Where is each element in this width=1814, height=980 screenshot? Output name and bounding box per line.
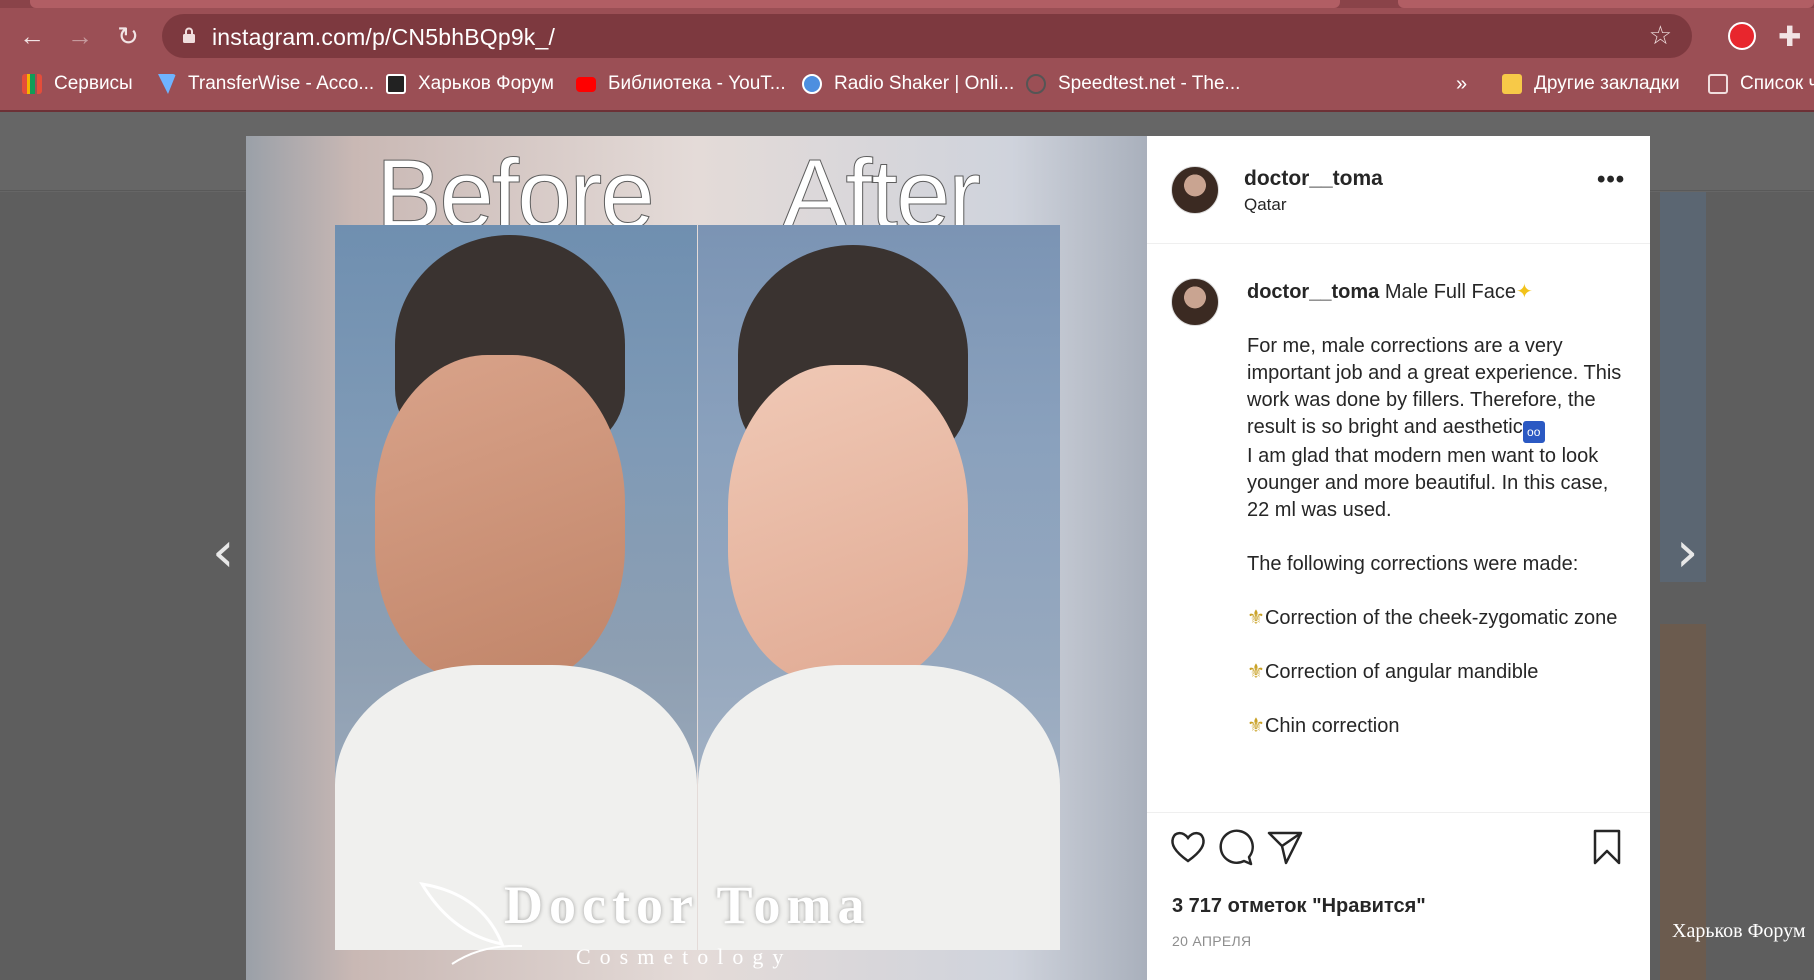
share-send-icon[interactable] xyxy=(1265,827,1305,867)
fleur-de-lis-icon: ⚜ xyxy=(1247,715,1265,737)
bookmark-services[interactable]: Сервисы xyxy=(22,70,133,98)
bookmark-radio-shaker[interactable]: Radio Shaker | Onli... xyxy=(802,70,1014,98)
author-username[interactable]: doctor__toma xyxy=(1244,167,1383,191)
brand-subtitle: Cosmetology xyxy=(576,944,793,969)
reading-list[interactable]: Список ч xyxy=(1708,70,1814,98)
bookmark-other-folder[interactable]: Другие закладки xyxy=(1502,70,1680,98)
brand-name: Doctor Toma xyxy=(504,875,871,935)
youtube-icon xyxy=(576,76,596,92)
forward-button[interactable]: → xyxy=(62,18,98,54)
lock-icon xyxy=(183,27,195,43)
folder-icon xyxy=(1502,74,1522,94)
fleur-de-lis-icon: ⚜ xyxy=(1247,661,1265,683)
back-button[interactable]: ← xyxy=(14,18,50,54)
address-bar[interactable]: instagram.com/p/CN5bhBQp9k_/ ☆ xyxy=(162,14,1692,58)
caption-title: Male Full Face xyxy=(1384,281,1516,303)
url-text[interactable]: instagram.com/p/CN5bhBQp9k_/ xyxy=(212,24,555,51)
extensions-puzzle-icon[interactable]: ✚ xyxy=(1778,20,1801,53)
face-shape xyxy=(375,355,625,685)
caption-paragraph-1: For me, male corrections are a very impo… xyxy=(1247,335,1622,438)
bookmark-label: Radio Shaker | Onli... xyxy=(834,73,1015,94)
fleur-de-lis-icon: ⚜ xyxy=(1247,607,1265,629)
caption-item-3: Chin correction xyxy=(1264,715,1400,737)
bookmark-label: Библиотека - YouT... xyxy=(608,73,786,94)
tab-active[interactable] xyxy=(30,0,1340,8)
caption-item-2: Correction of angular mandible xyxy=(1264,661,1539,683)
forum-watermark: Харьков Форум xyxy=(1672,920,1806,942)
transferwise-icon xyxy=(158,74,176,94)
browser-chrome: ← → ↻ instagram.com/p/CN5bhBQp9k_/ ☆ ✚ С… xyxy=(0,0,1814,112)
bookmark-kharkov-forum[interactable]: Харьков Форум xyxy=(386,70,554,98)
post-detail-panel: doctor__toma Qatar ••• doctor__toma Male… xyxy=(1147,136,1650,980)
face-shape xyxy=(728,365,968,685)
reading-list-icon xyxy=(1708,74,1728,94)
save-bookmark-icon[interactable] xyxy=(1587,827,1627,867)
bookmark-label: Харьков Форум xyxy=(418,73,554,94)
post-caption: doctor__toma Male Full Face✦ For me, mal… xyxy=(1247,279,1627,740)
more-options-icon[interactable]: ••• xyxy=(1597,166,1625,194)
likes-count[interactable]: 3 717 отметок "Нравится" xyxy=(1172,895,1426,918)
radio-icon xyxy=(802,74,822,94)
forum-icon xyxy=(386,74,406,94)
author-location[interactable]: Qatar xyxy=(1244,195,1287,215)
reload-button[interactable]: ↻ xyxy=(110,18,146,54)
speedtest-icon xyxy=(1026,74,1046,94)
post-date[interactable]: 20 АПРЕЛЯ xyxy=(1172,933,1251,949)
bookmarks-overflow[interactable]: » xyxy=(1456,70,1467,98)
bookmark-label: TransferWise - Acco... xyxy=(188,73,375,94)
post-image[interactable]: Before After Doctor Toma Cosmetology xyxy=(246,136,1147,980)
post-actions: 3 717 отметок "Нравится" 20 АПРЕЛЯ xyxy=(1147,812,1650,980)
caption-avatar[interactable] xyxy=(1171,278,1219,326)
comment-icon[interactable] xyxy=(1215,827,1255,867)
adblock-extension-icon[interactable] xyxy=(1728,22,1756,50)
previous-post-arrow-icon[interactable]: ‹ xyxy=(212,520,234,585)
bookmark-transferwise[interactable]: TransferWise - Acco... xyxy=(156,70,374,98)
apps-grid-icon xyxy=(22,74,42,94)
caption-paragraph-2: I am glad that modern men want to look y… xyxy=(1247,445,1609,521)
tab-inactive[interactable] xyxy=(1398,0,1814,8)
toolbar: ← → ↻ instagram.com/p/CN5bhBQp9k_/ ☆ ✚ xyxy=(0,12,1814,60)
bookmark-label: Speedtest.net - The... xyxy=(1058,73,1241,94)
before-photo xyxy=(335,225,697,950)
next-post-arrow-icon[interactable]: › xyxy=(1676,520,1698,585)
post-header: doctor__toma Qatar ••• xyxy=(1147,136,1650,244)
like-heart-icon[interactable] xyxy=(1168,827,1208,867)
bookmark-label: Сервисы xyxy=(54,73,133,94)
bookmark-youtube-library[interactable]: Библиотека - YouT... xyxy=(576,70,786,98)
sparkles-icon: ✦ xyxy=(1515,281,1533,303)
caption-paragraph-3: The following corrections were made: xyxy=(1247,553,1579,575)
bookmark-speedtest[interactable]: Speedtest.net - The... xyxy=(1026,70,1240,98)
bookmarks-bar: Сервисы TransferWise - Acco... Харьков Ф… xyxy=(0,66,1814,100)
cool-emoji-icon: oo xyxy=(1522,421,1545,443)
after-photo xyxy=(698,225,1060,950)
bookmark-label: Другие закладки xyxy=(1534,73,1680,94)
caption-item-1: Correction of the cheek-zygomatic zone xyxy=(1264,607,1618,629)
bookmark-label: Список ч xyxy=(1740,73,1814,94)
bookmark-star-icon[interactable]: ☆ xyxy=(1649,20,1672,51)
caption-username[interactable]: doctor__toma xyxy=(1247,281,1379,303)
author-avatar[interactable] xyxy=(1171,166,1219,214)
